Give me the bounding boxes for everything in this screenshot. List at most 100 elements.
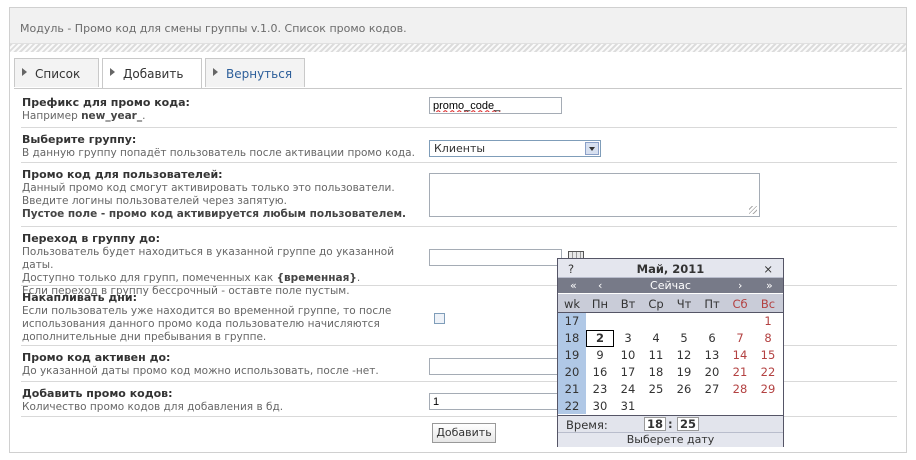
calendar-header: Май, 2011 ? × [558,259,783,278]
tab-arrow-icon [110,68,115,76]
users-textarea[interactable] [429,173,760,217]
week-number: 21 [564,382,580,396]
tab-list-label: Список [35,67,81,81]
calendar-nav: « ‹ Сейчас › » [558,278,783,293]
calendar-day[interactable]: 22 [754,364,782,381]
prefix-example: new_year_ [81,110,143,122]
weekday-label: Ср [648,297,664,311]
calendar-day[interactable]: 6 [698,330,726,347]
weekday-label: Пт [704,297,720,311]
active-until-desc: До указанной даты промо код можно исполь… [22,365,379,377]
active-until-input[interactable] [429,358,562,375]
add-button[interactable]: Добавить [432,423,496,443]
calendar-day[interactable]: 31 [614,398,642,415]
tab-back-label: Вернуться [226,67,293,81]
tab-back[interactable]: Вернуться [205,58,305,87]
form-row-prefix: Префикс для промо кода: Например new_yea… [21,91,897,128]
tab-arrow-icon [22,68,27,76]
group-title: Выберите группу: [22,133,137,146]
week-number: 19 [564,348,580,362]
weekday-header: wk Пн Вт Ср Чт Пт Сб Вс [558,294,783,313]
calendar-day[interactable]: 29 [754,381,782,398]
calendar-day[interactable]: 21 [726,364,754,381]
tab-add-label: Добавить [123,67,184,81]
calendar-day[interactable]: 8 [754,330,782,347]
week-number: 20 [564,365,580,379]
form-row-group: Выберите группу: В данную группу попадёт… [21,128,897,163]
prefix-desc: Например new_year_. [22,110,417,123]
calendar-day[interactable]: 30 [586,398,614,415]
calendar-day[interactable]: 27 [698,381,726,398]
calendar-day[interactable]: 3 [614,330,642,347]
calendar-day[interactable]: 2 [586,330,614,347]
transition-desc2-bold: {временная} [276,272,357,284]
count-desc: Количество промо кодов для добавления в … [22,401,284,413]
tab-add[interactable]: Добавить [102,58,202,89]
calendar-day[interactable]: 19 [670,364,698,381]
active-until-title: Промо код активен до: [22,351,171,364]
calendar-day[interactable]: 10 [614,347,642,364]
calendar-day[interactable]: 18 [642,364,670,381]
transition-title: Переход в группу до: [22,232,160,245]
calendar-day[interactable]: 25 [642,381,670,398]
prefix-input[interactable] [429,97,562,114]
accumulate-desc: Если пользователь уже находится во време… [22,305,392,343]
group-desc: В данную группу попадёт пользователь пос… [22,147,415,159]
tab-bar: Список Добавить Вернуться [10,58,906,89]
calendar-day[interactable]: 20 [698,364,726,381]
form-row-users: Промо код для пользователей: Данный пром… [21,163,897,227]
calendar-day[interactable]: 1 [754,313,782,330]
calendar-day[interactable]: 26 [670,381,698,398]
week-number-header: wk [563,297,581,311]
accumulate-checkbox[interactable] [434,313,445,324]
tab-arrow-icon [213,68,218,76]
tab-list[interactable]: Список [14,58,99,87]
calendar-day[interactable]: 7 [726,330,754,347]
calendar-day[interactable]: 11 [642,347,670,364]
help-icon[interactable]: ? [568,262,574,276]
count-input[interactable] [429,393,562,410]
calendar-day[interactable]: 14 [726,347,754,364]
prefix-desc-text: Например [22,110,78,122]
next-year-button[interactable]: » [766,279,773,292]
time-bar: Время: 18 : 25 [558,415,783,433]
calendar-footer: Выберете дату [558,432,783,447]
time-separator: : [668,417,673,431]
minute-field[interactable]: 25 [677,417,699,431]
calendar-day[interactable]: 23 [586,381,614,398]
calendar-day[interactable]: 16 [586,364,614,381]
weekday-label: Пн [591,297,609,311]
calendar-day[interactable]: 17 [614,364,642,381]
calendar-day[interactable]: 4 [642,330,670,347]
calendar-month-title: Май, 2011 [636,262,705,276]
calendar-day[interactable]: 13 [698,347,726,364]
transition-date-input[interactable] [429,249,562,266]
group-select-value: Клиенты [434,142,486,155]
prev-year-button[interactable]: « [570,279,577,292]
calendar-day[interactable]: 24 [614,381,642,398]
prev-month-button[interactable]: ‹ [598,279,602,292]
weekday-label: Вт [620,297,636,311]
transition-desc2-end: . [356,272,361,284]
time-label: Время: [566,418,608,432]
calendar-day[interactable]: 12 [670,347,698,364]
calendar-day[interactable]: 15 [754,347,782,364]
next-month-button[interactable]: › [738,279,742,292]
weekday-label: Вс [760,297,776,311]
module-title: Модуль - Промо код для смены группы v.1.… [20,22,407,35]
date-picker-popup: Май, 2011 ? × « ‹ Сейчас › » wk Пн Вт Ср Чт П… [557,258,784,447]
calendar-day[interactable]: 28 [726,381,754,398]
users-desc: Данный промо код смогут активировать тол… [22,182,417,221]
week-number: 22 [564,399,580,413]
calendar-day[interactable]: 5 [670,330,698,347]
today-button[interactable]: Сейчас [558,279,783,292]
close-icon[interactable]: × [763,262,773,276]
calendar-day[interactable]: 9 [586,347,614,364]
week-number: 17 [564,314,580,328]
transition-desc1: Пользователь будет находиться в указанно… [22,246,395,271]
group-select[interactable]: Клиенты [429,140,601,157]
chevron-down-icon[interactable] [585,142,599,155]
resize-grip-icon[interactable] [749,206,757,214]
hour-field[interactable]: 18 [644,417,666,431]
tab-divider [14,88,902,89]
